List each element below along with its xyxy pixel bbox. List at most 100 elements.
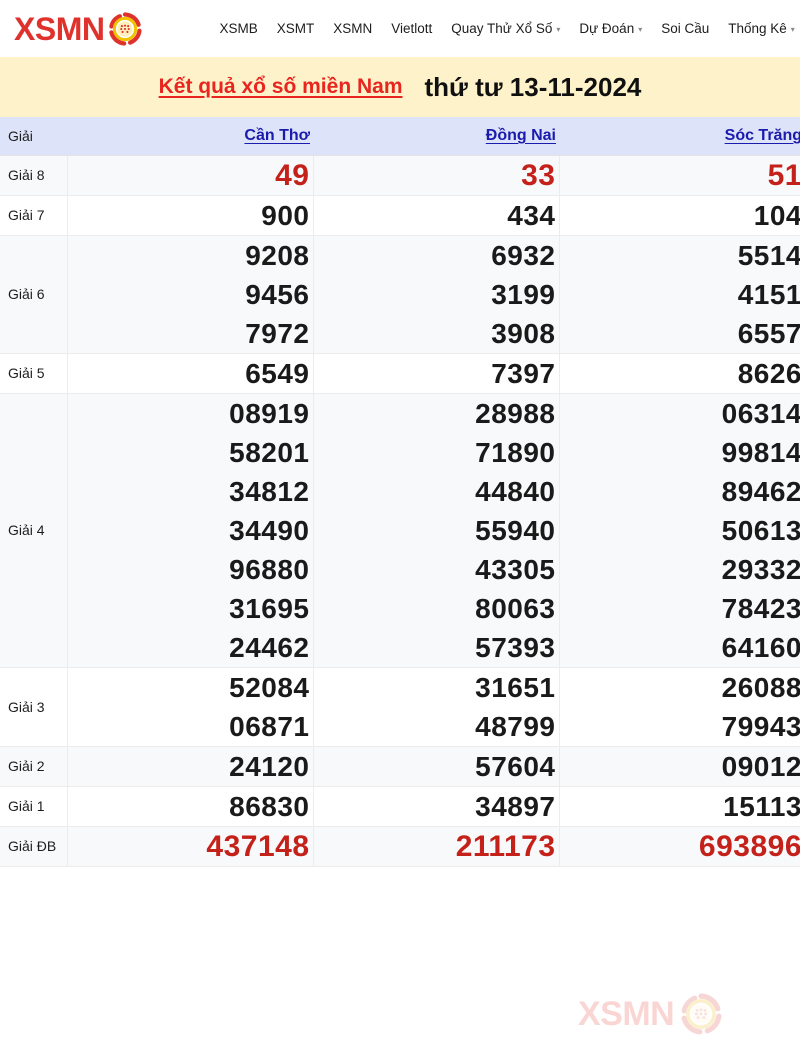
result-number: 6557 bbox=[737, 317, 800, 349]
nav-item-quay-thu-xo-so[interactable]: Quay Thử Xổ Số ▾ bbox=[451, 21, 560, 36]
lottery-results-table: Giải Cần Thơ Đồng Nai Sóc Trăng Giải 8 49… bbox=[0, 117, 800, 867]
table-row: Giải 2 24120 57604 09012 bbox=[0, 746, 800, 786]
result-number: 44840 bbox=[475, 475, 556, 507]
nav-item-du-doan[interactable]: Dự Đoán ▾ bbox=[579, 21, 642, 36]
result-number: 55940 bbox=[475, 514, 556, 546]
result-number: 4151 bbox=[737, 278, 800, 310]
chevron-down-icon: ▾ bbox=[556, 25, 561, 34]
results-title-bar: Kết quả xổ số miền Nam thứ tư 13-11-2024 bbox=[0, 57, 800, 117]
result-number: 434 bbox=[507, 199, 556, 231]
result-number: 57604 bbox=[475, 750, 556, 782]
chevron-down-icon: ▾ bbox=[638, 25, 643, 34]
nav-item-xsmt[interactable]: XSMT bbox=[277, 21, 315, 36]
result-number: 15113 bbox=[723, 790, 800, 822]
province-link-soc-trang[interactable]: Sóc Trăng bbox=[725, 127, 800, 144]
result-cell: 437148 bbox=[67, 826, 314, 866]
table-row: Giải 7 900 434 104 bbox=[0, 195, 800, 235]
main-navigation: XSMB XSMT XSMN Vietlott Quay Thử Xổ Số ▾… bbox=[219, 21, 794, 36]
result-cell: 09012 bbox=[559, 746, 800, 786]
lottery-ball-emblem-icon bbox=[680, 993, 722, 1035]
result-cell: 6932 3199 3908 bbox=[313, 235, 560, 353]
result-cell: 7397 bbox=[313, 353, 560, 393]
result-number: 06871 bbox=[229, 710, 310, 742]
result-number: 211173 bbox=[455, 829, 556, 863]
column-header-province-2: Đồng Nai bbox=[313, 117, 559, 156]
result-cell: 211173 bbox=[313, 826, 560, 866]
page-title[interactable]: Kết quả xổ số miền Nam bbox=[159, 75, 403, 99]
nav-item-soi-cau[interactable]: Soi Cầu bbox=[661, 21, 709, 36]
result-cell: 5514 4151 6557 bbox=[559, 235, 800, 353]
result-number: 31695 bbox=[229, 592, 310, 624]
nav-item-xsmn[interactable]: XSMN bbox=[333, 21, 372, 36]
table-row: Giải 1 86830 34897 15113 bbox=[0, 786, 800, 826]
result-number: 43305 bbox=[475, 553, 556, 585]
nav-item-xsmb[interactable]: XSMB bbox=[219, 21, 257, 36]
table-row: Giải 8 49 33 51 bbox=[0, 155, 800, 195]
result-cell: 693896 bbox=[559, 826, 800, 866]
result-number: 6932 bbox=[491, 239, 556, 271]
nav-label: Quay Thử Xổ Số bbox=[451, 21, 553, 36]
prize-label: Giải 4 bbox=[0, 393, 68, 667]
nav-item-vietlott[interactable]: Vietlott bbox=[391, 21, 432, 36]
lottery-ball-emblem-icon bbox=[108, 11, 143, 46]
prize-label: Giải 8 bbox=[0, 155, 68, 195]
nav-label: XSMB bbox=[219, 21, 258, 36]
result-cell: 34897 bbox=[313, 786, 560, 826]
result-number: 437148 bbox=[206, 829, 310, 863]
result-number: 52084 bbox=[229, 671, 310, 703]
result-cell: 6549 bbox=[67, 353, 314, 393]
nav-label: XSMT bbox=[276, 21, 315, 36]
results-date: thứ tư 13-11-2024 bbox=[424, 71, 642, 102]
result-number: 693896 bbox=[698, 829, 800, 863]
brand-name: XSMN bbox=[14, 10, 105, 47]
nav-label: Dự Đoán bbox=[579, 21, 635, 36]
result-number: 06314 bbox=[721, 397, 800, 429]
province-link-dong-nai[interactable]: Đồng Nai bbox=[486, 127, 556, 144]
result-number: 900 bbox=[261, 199, 310, 231]
result-number: 8626 bbox=[737, 357, 800, 389]
result-cell: 8626 bbox=[559, 353, 800, 393]
prize-label: Giải ĐB bbox=[0, 826, 68, 866]
result-number: 79943 bbox=[721, 710, 800, 742]
result-number: 08919 bbox=[229, 397, 310, 429]
result-number: 89462 bbox=[721, 475, 800, 507]
result-cell: 86830 bbox=[67, 786, 314, 826]
result-number: 64160 bbox=[721, 631, 800, 663]
result-number: 9456 bbox=[245, 278, 310, 310]
result-number: 28988 bbox=[475, 397, 556, 429]
result-number: 80063 bbox=[475, 592, 556, 624]
result-cell: 900 bbox=[67, 195, 314, 235]
result-number: 5514 bbox=[737, 239, 800, 271]
result-cell: 33 bbox=[313, 155, 560, 195]
result-number: 86830 bbox=[229, 790, 310, 822]
column-header-prize: Giải bbox=[0, 117, 67, 156]
table-row: Giải 5 6549 7397 8626 bbox=[0, 353, 800, 393]
nav-label: Vietlott bbox=[391, 21, 433, 36]
result-number: 3908 bbox=[491, 317, 556, 349]
result-number: 34812 bbox=[229, 475, 310, 507]
table-row: Giải 3 52084 06871 31651 48799 26088 79943 bbox=[0, 667, 800, 746]
result-number: 71890 bbox=[475, 436, 556, 468]
province-link-can-tho[interactable]: Cần Thơ bbox=[244, 127, 310, 144]
result-cell: 434 bbox=[313, 195, 560, 235]
result-cell: 08919 58201 34812 34490 96880 31695 24462 bbox=[67, 393, 314, 667]
result-cell: 51 bbox=[559, 155, 800, 195]
table-header: Giải Cần Thơ Đồng Nai Sóc Trăng bbox=[0, 117, 800, 156]
result-number: 104 bbox=[753, 199, 800, 231]
table-body: Giải 8 49 33 51 Giải 7 900 434 104 Giải 6 9208 945… bbox=[0, 155, 800, 866]
result-number: 24462 bbox=[229, 631, 310, 663]
result-cell: 49 bbox=[67, 155, 314, 195]
result-number: 58201 bbox=[229, 436, 310, 468]
result-number: 96880 bbox=[229, 553, 310, 585]
prize-label: Giải 6 bbox=[0, 235, 68, 353]
site-logo[interactable]: XSMN bbox=[14, 10, 143, 47]
result-number: 7972 bbox=[245, 317, 310, 349]
result-number: 6549 bbox=[245, 357, 310, 389]
result-number: 49 bbox=[275, 158, 310, 192]
result-cell: 26088 79943 bbox=[559, 667, 800, 746]
result-number: 33 bbox=[521, 158, 556, 192]
prize-label: Giải 1 bbox=[0, 786, 68, 826]
watermark-text: XSMN bbox=[578, 995, 675, 1033]
nav-item-thong-ke[interactable]: Thống Kê ▾ bbox=[728, 21, 795, 36]
result-cell: 31651 48799 bbox=[313, 667, 560, 746]
